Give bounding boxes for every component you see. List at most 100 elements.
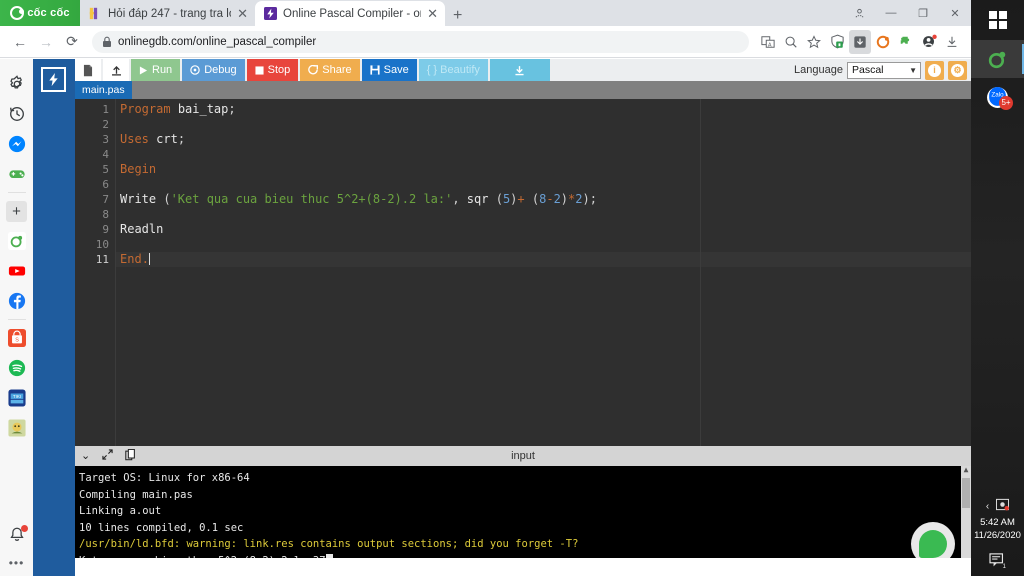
account-icon[interactable] (843, 0, 875, 26)
profile-avatar-icon[interactable] (918, 30, 940, 54)
console-line: /usr/bin/ld.bfd: warning: link.res conta… (79, 538, 579, 550)
code-line-4[interactable] (116, 147, 971, 162)
browser-tab-2[interactable]: Online Pascal Compiler - onli ✕ (255, 1, 445, 26)
browser-tab-1-close-icon[interactable]: ✕ (237, 7, 248, 20)
sidebar-item-add-shortcut[interactable]: + (0, 196, 33, 226)
code-line-8[interactable] (116, 207, 971, 222)
history-icon (9, 107, 24, 121)
beautify-button[interactable]: { } Beautify (418, 59, 488, 81)
ide-settings-button[interactable]: ⚙ (948, 60, 967, 80)
back-icon[interactable]: ← (8, 30, 32, 54)
sidebar-item-spotify[interactable] (0, 353, 33, 383)
sidebar-item-messenger[interactable] (0, 129, 33, 159)
code-token: + (517, 192, 525, 206)
sidebar-item-coccoc[interactable] (0, 226, 33, 256)
shopee-icon: S (7, 329, 26, 347)
download-icon (515, 65, 524, 75)
code-token: Write (120, 192, 157, 206)
info-button[interactable]: i (925, 60, 944, 80)
code-line-1[interactable]: Program bai_tap; (116, 102, 971, 117)
page-bottom-strip (75, 558, 971, 576)
taskbar-app-zalo[interactable]: Zalo 5+ (971, 78, 1024, 116)
file-tab-main-pas[interactable]: main.pas (75, 81, 132, 99)
reload-icon[interactable]: ⟳ (60, 30, 84, 54)
lightning-bolt-icon (264, 7, 277, 20)
sidebar-item-shopee[interactable]: S (0, 323, 33, 353)
debug-button[interactable]: Debug (182, 59, 245, 81)
clock-date: 11/26/2020 (974, 530, 1021, 541)
code-line-7[interactable]: Write ('Ket qua cua bieu thuc 5^2+(8-2).… (116, 192, 971, 207)
language-select-value: Pascal (852, 64, 884, 76)
scroll-up-icon[interactable]: ▲ (964, 466, 969, 474)
sidebar-item-youtube[interactable] (0, 256, 33, 286)
code-line-9[interactable]: Readln (116, 222, 971, 237)
code-line-10[interactable] (116, 237, 971, 252)
gutter-line-3: 3 (102, 133, 109, 146)
code-token: - (546, 192, 554, 206)
share-button[interactable]: Share (300, 59, 360, 81)
close-button[interactable]: ✕ (939, 0, 971, 26)
taskbar-app-coccoc[interactable] (971, 40, 1024, 78)
download-button[interactable] (489, 59, 550, 81)
action-center-button[interactable]: 1 (971, 546, 1024, 576)
code-token: ) (560, 192, 569, 206)
code-line-11[interactable]: End. (116, 252, 971, 267)
extensions-puzzle-icon[interactable] (895, 30, 917, 54)
gutter-line-2: 2 (102, 118, 109, 131)
facebook-icon (8, 292, 25, 310)
stop-button[interactable]: Stop (246, 59, 299, 81)
language-label: Language (794, 64, 843, 76)
windows-start-button[interactable] (971, 0, 1024, 40)
editor-code-area[interactable]: Program bai_tap; Uses crt; Begin Write (… (116, 99, 971, 446)
browser-tab-1-title: Hỏi đáp 247 - trang tra loi (108, 7, 232, 20)
sidebar-item-game-thumbnail[interactable] (0, 413, 33, 443)
onlinegdb-logo-icon[interactable] (41, 67, 66, 92)
code-token: Uses (120, 132, 149, 146)
language-select[interactable]: Pascal ▼ (847, 61, 921, 79)
sidebar-item-history[interactable] (0, 99, 33, 129)
play-icon (139, 65, 148, 75)
code-line-6[interactable] (116, 177, 971, 192)
maximize-button[interactable]: ❐ (907, 0, 939, 26)
address-bar[interactable]: onlinegdb.com/online_pascal_compiler (92, 30, 749, 53)
screen-root: cốc cốc Hỏi đáp 247 - trang tra loi ✕ On… (0, 0, 1024, 576)
upload-icon[interactable] (103, 59, 129, 81)
save-button[interactable]: Save (361, 59, 417, 81)
console-lines: Target OS: Linux for x86-64 Compiling mai… (79, 470, 971, 569)
browser-tab-1[interactable]: Hỏi đáp 247 - trang tra loi ✕ (80, 1, 255, 26)
new-tab-button[interactable]: + (445, 8, 470, 26)
browser-tab-2-close-icon[interactable]: ✕ (427, 7, 438, 20)
zoom-search-icon[interactable] (780, 30, 802, 54)
coccoc-icon[interactable] (872, 30, 894, 54)
run-button[interactable]: Run (131, 59, 181, 81)
sidebar-item-more[interactable]: ••• (0, 550, 33, 576)
sidebar-item-settings[interactable] (0, 69, 33, 99)
beautify-button-label: { } Beautify (426, 63, 480, 76)
print-margin-line (700, 99, 701, 446)
code-line-2[interactable] (116, 117, 971, 132)
translate-icon[interactable]: A (757, 30, 779, 54)
code-line-3[interactable]: Uses crt; (116, 132, 971, 147)
shield-lock-icon[interactable] (826, 30, 848, 54)
bookmark-star-icon[interactable] (803, 30, 825, 54)
browser-side-panel: + S TIKI ••• (0, 59, 33, 576)
minimize-button[interactable]: — (875, 0, 907, 26)
sidebar-item-tiki[interactable]: TIKI (0, 383, 33, 413)
new-file-icon[interactable] (75, 59, 101, 81)
downloads-icon[interactable] (941, 30, 963, 54)
coccoc-shortcut-icon (7, 232, 26, 250)
taskbar-clock[interactable]: 5:42 AM 11/26/2020 (974, 516, 1021, 546)
game-thumbnail-icon (7, 419, 26, 437)
screen-capture-icon[interactable] (996, 498, 1010, 514)
sidebar-item-games[interactable] (0, 159, 33, 189)
console-scroll-thumb[interactable] (962, 478, 970, 508)
sidebar-item-notifications[interactable] (0, 520, 33, 550)
tray-expand-icon[interactable]: ‹ (986, 501, 989, 512)
forward-icon[interactable]: → (34, 30, 58, 54)
sidebar-item-facebook[interactable] (0, 286, 33, 316)
code-editor[interactable]: 1 2 3 4 5 6 7 8 9 10 11 Program bai_tap; Uses crt;… (75, 99, 971, 446)
coccoc-brand-tab[interactable]: cốc cốc (0, 0, 80, 26)
svg-text:S: S (15, 338, 19, 344)
download-active-icon[interactable] (849, 29, 871, 54)
code-line-5[interactable]: Begin (116, 162, 971, 177)
